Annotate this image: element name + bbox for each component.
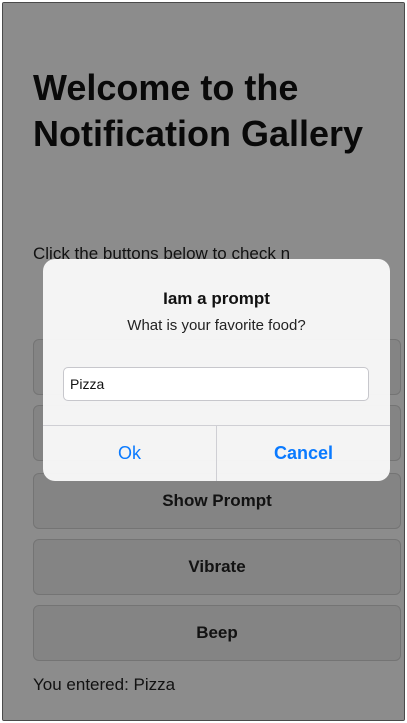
app-screen: Welcome to the Notification Gallery Clic…	[2, 2, 405, 721]
cancel-button[interactable]: Cancel	[216, 426, 390, 481]
dialog-actions: Ok Cancel	[43, 425, 390, 481]
ok-button[interactable]: Ok	[43, 426, 216, 481]
dialog-message: What is your favorite food?	[127, 317, 306, 334]
prompt-dialog: Iam a prompt What is your favorite food?…	[43, 259, 390, 481]
dialog-input[interactable]	[63, 367, 369, 401]
dialog-title: Iam a prompt	[163, 289, 270, 308]
